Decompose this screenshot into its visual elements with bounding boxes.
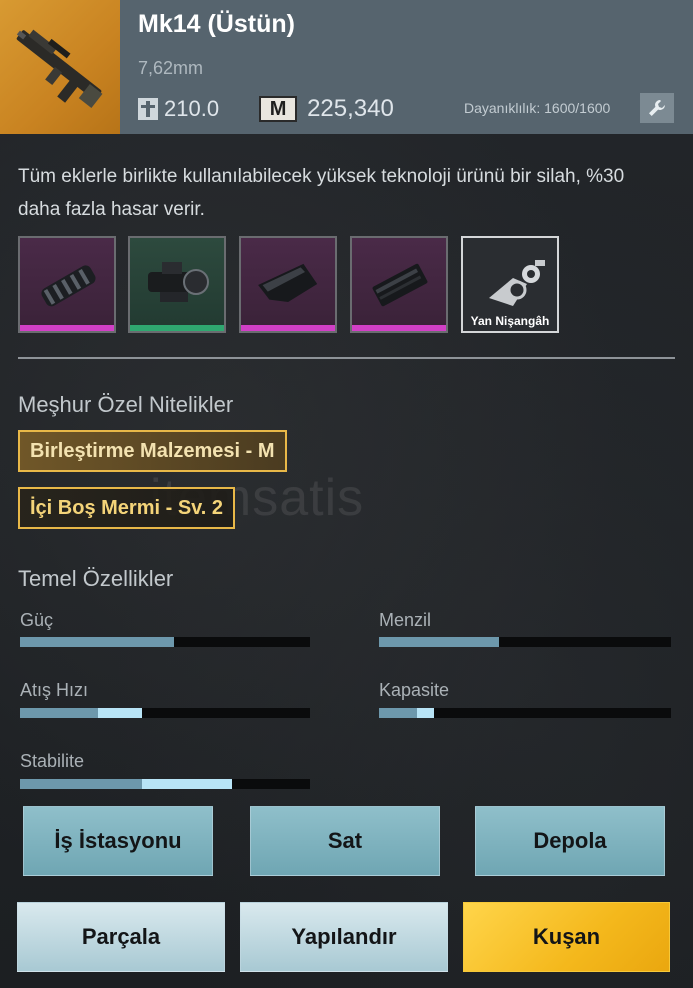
stat-fill <box>20 708 99 718</box>
rarity-bar <box>241 325 335 331</box>
item-title: Mk14 (Üstün) <box>138 10 295 38</box>
durability-text: Dayanıklılık: 1600/1600 <box>464 100 611 116</box>
stat-label-power: Güç <box>20 610 54 630</box>
sell-button[interactable]: Sat <box>250 806 440 876</box>
item-stats-row: 210.0 M 225,340 <box>138 92 394 126</box>
configure-button[interactable]: Yapılandır <box>240 902 448 972</box>
attachment-slot-magazine[interactable] <box>350 236 448 333</box>
stat-bar-range <box>379 637 671 647</box>
stat-fill <box>20 637 174 647</box>
equip-button[interactable]: Kuşan <box>463 902 670 972</box>
rarity-bar <box>352 325 446 331</box>
attachment-slot-stock[interactable] <box>239 236 337 333</box>
item-caliber: 7,62mm <box>138 58 204 78</box>
item-header: Mk14 (Üstün) 7,62mm 210.0 M 225,340 Daya… <box>0 0 693 134</box>
repair-button[interactable] <box>640 93 674 123</box>
side-scope-icon <box>489 260 545 306</box>
stat-bar-capacity <box>379 708 671 718</box>
weight-icon <box>138 98 158 120</box>
store-button[interactable]: Depola <box>475 806 665 876</box>
stat-bonus <box>416 708 435 718</box>
stat-bar-stability <box>20 779 310 789</box>
stat-bar-power <box>20 637 310 647</box>
rifle-icon <box>16 29 103 109</box>
stat-label-fire-rate: Atış Hızı <box>20 680 89 700</box>
stats-section-title: Temel Özellikler <box>18 566 174 591</box>
attachment-slot-scope[interactable] <box>128 236 226 333</box>
workbench-button[interactable]: İş İstasyonu <box>23 806 213 876</box>
traits-section-title: Meşhur Özel Nitelikler <box>18 392 234 417</box>
wrench-icon <box>649 100 665 116</box>
trait-badge[interactable]: İçi Boş Mermi - Sv. 2 <box>18 487 236 529</box>
stat-bonus <box>141 779 232 789</box>
stat-bar-fire-rate <box>20 708 310 718</box>
currency-m-icon: M <box>259 96 298 122</box>
stat-bonus <box>98 708 142 718</box>
attachment-label: Yan Nişangâh <box>470 314 550 328</box>
stat-fill <box>20 779 142 789</box>
section-divider <box>18 357 675 359</box>
attachment-slot-side-scope[interactable]: Yan Nişangâh <box>461 236 559 333</box>
rarity-bar <box>20 325 114 331</box>
stock-icon <box>258 263 318 302</box>
attachment-slot-muzzle[interactable] <box>18 236 116 333</box>
item-description: Tüm eklerle birlikte kullanılabilecek yü… <box>18 166 625 220</box>
stat-label-range: Menzil <box>379 610 432 630</box>
item-price: 225,340 <box>307 95 394 122</box>
magazine-icon <box>372 263 428 307</box>
trait-badge[interactable]: Birleştirme Malzemesi - M <box>18 430 287 472</box>
weapon-thumbnail <box>0 0 120 134</box>
stat-fill <box>379 708 417 718</box>
dismantle-button[interactable]: Parçala <box>17 902 225 972</box>
stat-label-capacity: Kapasite <box>379 680 450 700</box>
scope-icon <box>148 262 209 302</box>
item-weight: 210.0 <box>164 96 220 121</box>
stat-label-stability: Stabilite <box>20 751 85 771</box>
item-detail-panel: itemsatis Mk14 (Üstün) 7,62mm 210.0 M 22… <box>0 0 693 988</box>
muzzle-compensator-icon <box>41 265 96 307</box>
stat-fill <box>379 637 499 647</box>
rarity-bar <box>130 325 224 331</box>
